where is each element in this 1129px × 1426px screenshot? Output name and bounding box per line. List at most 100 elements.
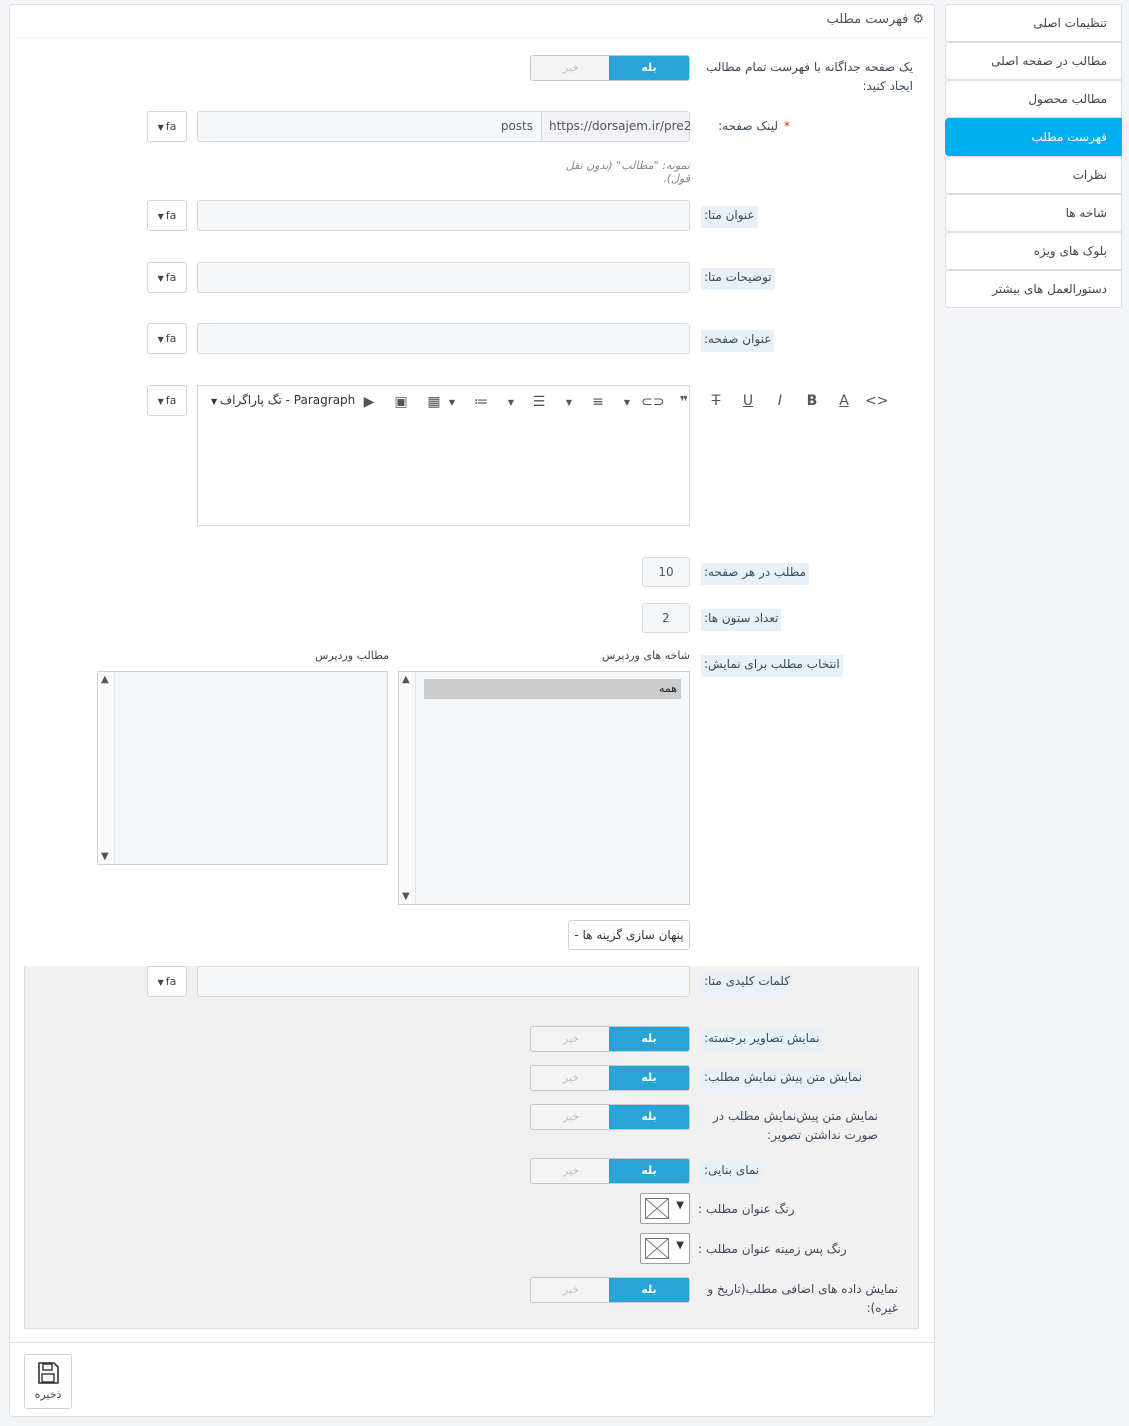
- show-meta-switch[interactable]: خیر بله: [530, 1277, 690, 1303]
- columns-input[interactable]: 2: [642, 603, 690, 633]
- title-bg-color-picker[interactable]: ▼: [640, 1233, 690, 1264]
- switch-no[interactable]: خیر: [531, 1159, 611, 1183]
- page-link-label: لینک صفحه:: [718, 119, 778, 133]
- meta-keywords-input[interactable]: [197, 966, 690, 997]
- switch-yes[interactable]: بله: [609, 1278, 689, 1302]
- example-hint: نمونه: "مطالب" (بدون نقل قول).: [565, 159, 690, 185]
- paragraph-format-dropdown[interactable]: ▼ تگ پاراگراف - Paragraph: [211, 393, 355, 407]
- page-link-label-wrap: * لینک صفحه:: [700, 117, 790, 136]
- save-button[interactable]: ذخیره: [24, 1354, 72, 1409]
- rich-text-editor: ▼ تگ پاراگراف - Paragraph ▶ ▣ ▦ ▼ ≔ ▼ ☰ …: [197, 385, 690, 526]
- caret-down-icon: ▼: [676, 1240, 684, 1251]
- page-link-input[interactable]: posts: [197, 111, 542, 142]
- scroll-up-icon[interactable]: ▲: [101, 674, 109, 685]
- switch-yes[interactable]: بله: [609, 1027, 689, 1051]
- paragraph-format-label: تگ پاراگراف - Paragraph: [219, 393, 356, 407]
- lang-dropdown[interactable]: ▼ fa: [147, 966, 187, 997]
- caret-down-icon: ▼: [157, 123, 164, 132]
- show-featured-switch[interactable]: خیر بله: [530, 1026, 690, 1052]
- color-swatch: [645, 1238, 669, 1259]
- tab-comments[interactable]: نظرات: [945, 156, 1122, 194]
- switch-no[interactable]: خیر: [531, 1278, 611, 1302]
- ordered-list-icon[interactable]: ≔: [470, 394, 492, 410]
- gears-icon: ⚙: [912, 12, 924, 27]
- align-icon[interactable]: ≡: [587, 394, 609, 410]
- insert-image-icon[interactable]: ▣: [390, 394, 412, 410]
- switch-no[interactable]: خیر: [531, 1066, 611, 1090]
- lang-dropdown[interactable]: ▼ fa: [147, 200, 187, 231]
- posts-listbox[interactable]: ▲ ▼: [97, 671, 388, 865]
- insert-media-icon[interactable]: ▶: [358, 394, 380, 410]
- unordered-list-icon[interactable]: ☰: [528, 394, 550, 410]
- scroll-down-icon[interactable]: ▼: [101, 851, 109, 862]
- tab-categories[interactable]: شاخه ها: [945, 194, 1122, 232]
- tab-post-list[interactable]: فهرست مطلب: [945, 118, 1122, 156]
- lang-code: fa: [165, 120, 177, 133]
- lang-code: fa: [165, 209, 177, 222]
- title-color-picker[interactable]: ▼: [640, 1193, 690, 1224]
- categories-listbox[interactable]: ▲ ▼ همه: [398, 671, 690, 905]
- title-color-label: رنگ عنوان مطلب :: [698, 1202, 795, 1216]
- show-excerpt-noimg-switch[interactable]: خیر بله: [530, 1104, 690, 1130]
- lang-dropdown[interactable]: ▼ fa: [147, 111, 187, 142]
- caret-down-icon: ▼: [157, 335, 164, 344]
- title-bg-color-label: رنگ پس زمینه عنوان مطلب :: [698, 1242, 847, 1256]
- caret-down-icon: ▼: [211, 397, 220, 406]
- tab-more-instructions[interactable]: دستورالعمل های بیشتر: [945, 270, 1122, 308]
- caret-down-icon[interactable]: ▼: [441, 398, 463, 407]
- tab-main-settings[interactable]: تنظیمات اصلی: [945, 4, 1122, 42]
- caret-down-icon[interactable]: ▼: [558, 398, 580, 407]
- separate-page-label: یک صفحه جداگانه با فهرست تمام مطالب ایجا…: [705, 60, 913, 93]
- strikethrough-icon[interactable]: T: [705, 393, 727, 409]
- scroll-down-icon[interactable]: ▼: [402, 891, 410, 902]
- switch-yes[interactable]: بله: [609, 1159, 689, 1183]
- save-label: ذخیره: [34, 1388, 62, 1401]
- caret-down-icon[interactable]: ▼: [616, 398, 638, 407]
- scrollbar[interactable]: ▲ ▼: [399, 672, 416, 904]
- switch-yes[interactable]: بله: [609, 56, 689, 80]
- scroll-up-icon[interactable]: ▲: [402, 674, 410, 685]
- floppy-disk-icon: [38, 1362, 59, 1384]
- tab-featured-blocks[interactable]: بلوک های ویژه: [945, 232, 1122, 270]
- lang-code: fa: [165, 271, 177, 284]
- show-excerpt-switch[interactable]: خیر بله: [530, 1065, 690, 1091]
- switch-no[interactable]: خیر: [531, 1027, 611, 1051]
- show-featured-label: نمایش تصاویر برجسته:: [701, 1029, 823, 1051]
- switch-no[interactable]: خیر: [531, 1105, 611, 1129]
- meta-keywords-label: کلمات کلیدی متا:: [701, 972, 793, 994]
- extra-options-area: [24, 966, 919, 1329]
- lang-code: fa: [165, 975, 177, 988]
- italic-icon[interactable]: I: [769, 393, 791, 409]
- separate-page-switch[interactable]: خیر بله: [530, 55, 690, 81]
- lang-dropdown[interactable]: ▼ fa: [147, 323, 187, 354]
- page-title-input[interactable]: [197, 323, 690, 354]
- lang-dropdown[interactable]: ▼ fa: [147, 262, 187, 293]
- bold-icon[interactable]: B: [801, 393, 823, 409]
- posts-per-page-label: مطلب در هر صفحه:: [701, 563, 810, 585]
- tab-home-posts[interactable]: مطالب در صفحه اصلی: [945, 42, 1122, 80]
- caret-down-icon: ▼: [676, 1200, 684, 1211]
- code-view-icon[interactable]: <>: [865, 393, 888, 409]
- switch-yes[interactable]: بله: [609, 1066, 689, 1090]
- caret-down-icon: ▼: [157, 274, 164, 283]
- divider: [9, 1342, 935, 1343]
- posts-per-page-input[interactable]: 10: [642, 557, 690, 587]
- switch-no[interactable]: خیر: [531, 56, 611, 80]
- panel-title: ⚙فهرست مطلب: [826, 12, 924, 27]
- underline-icon[interactable]: U: [737, 393, 759, 409]
- switch-yes[interactable]: بله: [609, 1105, 689, 1129]
- meta-title-label: عنوان متا:: [701, 206, 758, 228]
- font-color-icon[interactable]: A: [833, 393, 855, 409]
- list-option-all[interactable]: همه: [424, 679, 681, 699]
- meta-title-input[interactable]: [197, 200, 690, 231]
- wp-categories-heading: شاخه های وردپرس: [601, 649, 690, 662]
- meta-description-input[interactable]: [197, 262, 690, 293]
- scrollbar[interactable]: ▲ ▼: [98, 672, 115, 864]
- lang-dropdown[interactable]: ▼ fa: [147, 385, 187, 416]
- quote-icon[interactable]: ❞: [673, 394, 695, 410]
- link-icon[interactable]: ⊂⊃: [641, 394, 664, 410]
- masonry-switch[interactable]: خیر بله: [530, 1158, 690, 1184]
- tab-product-posts[interactable]: مطالب محصول: [945, 80, 1122, 118]
- caret-down-icon[interactable]: ▼: [500, 398, 522, 407]
- hide-options-button[interactable]: پنهان سازی گزینه ها -: [568, 920, 690, 950]
